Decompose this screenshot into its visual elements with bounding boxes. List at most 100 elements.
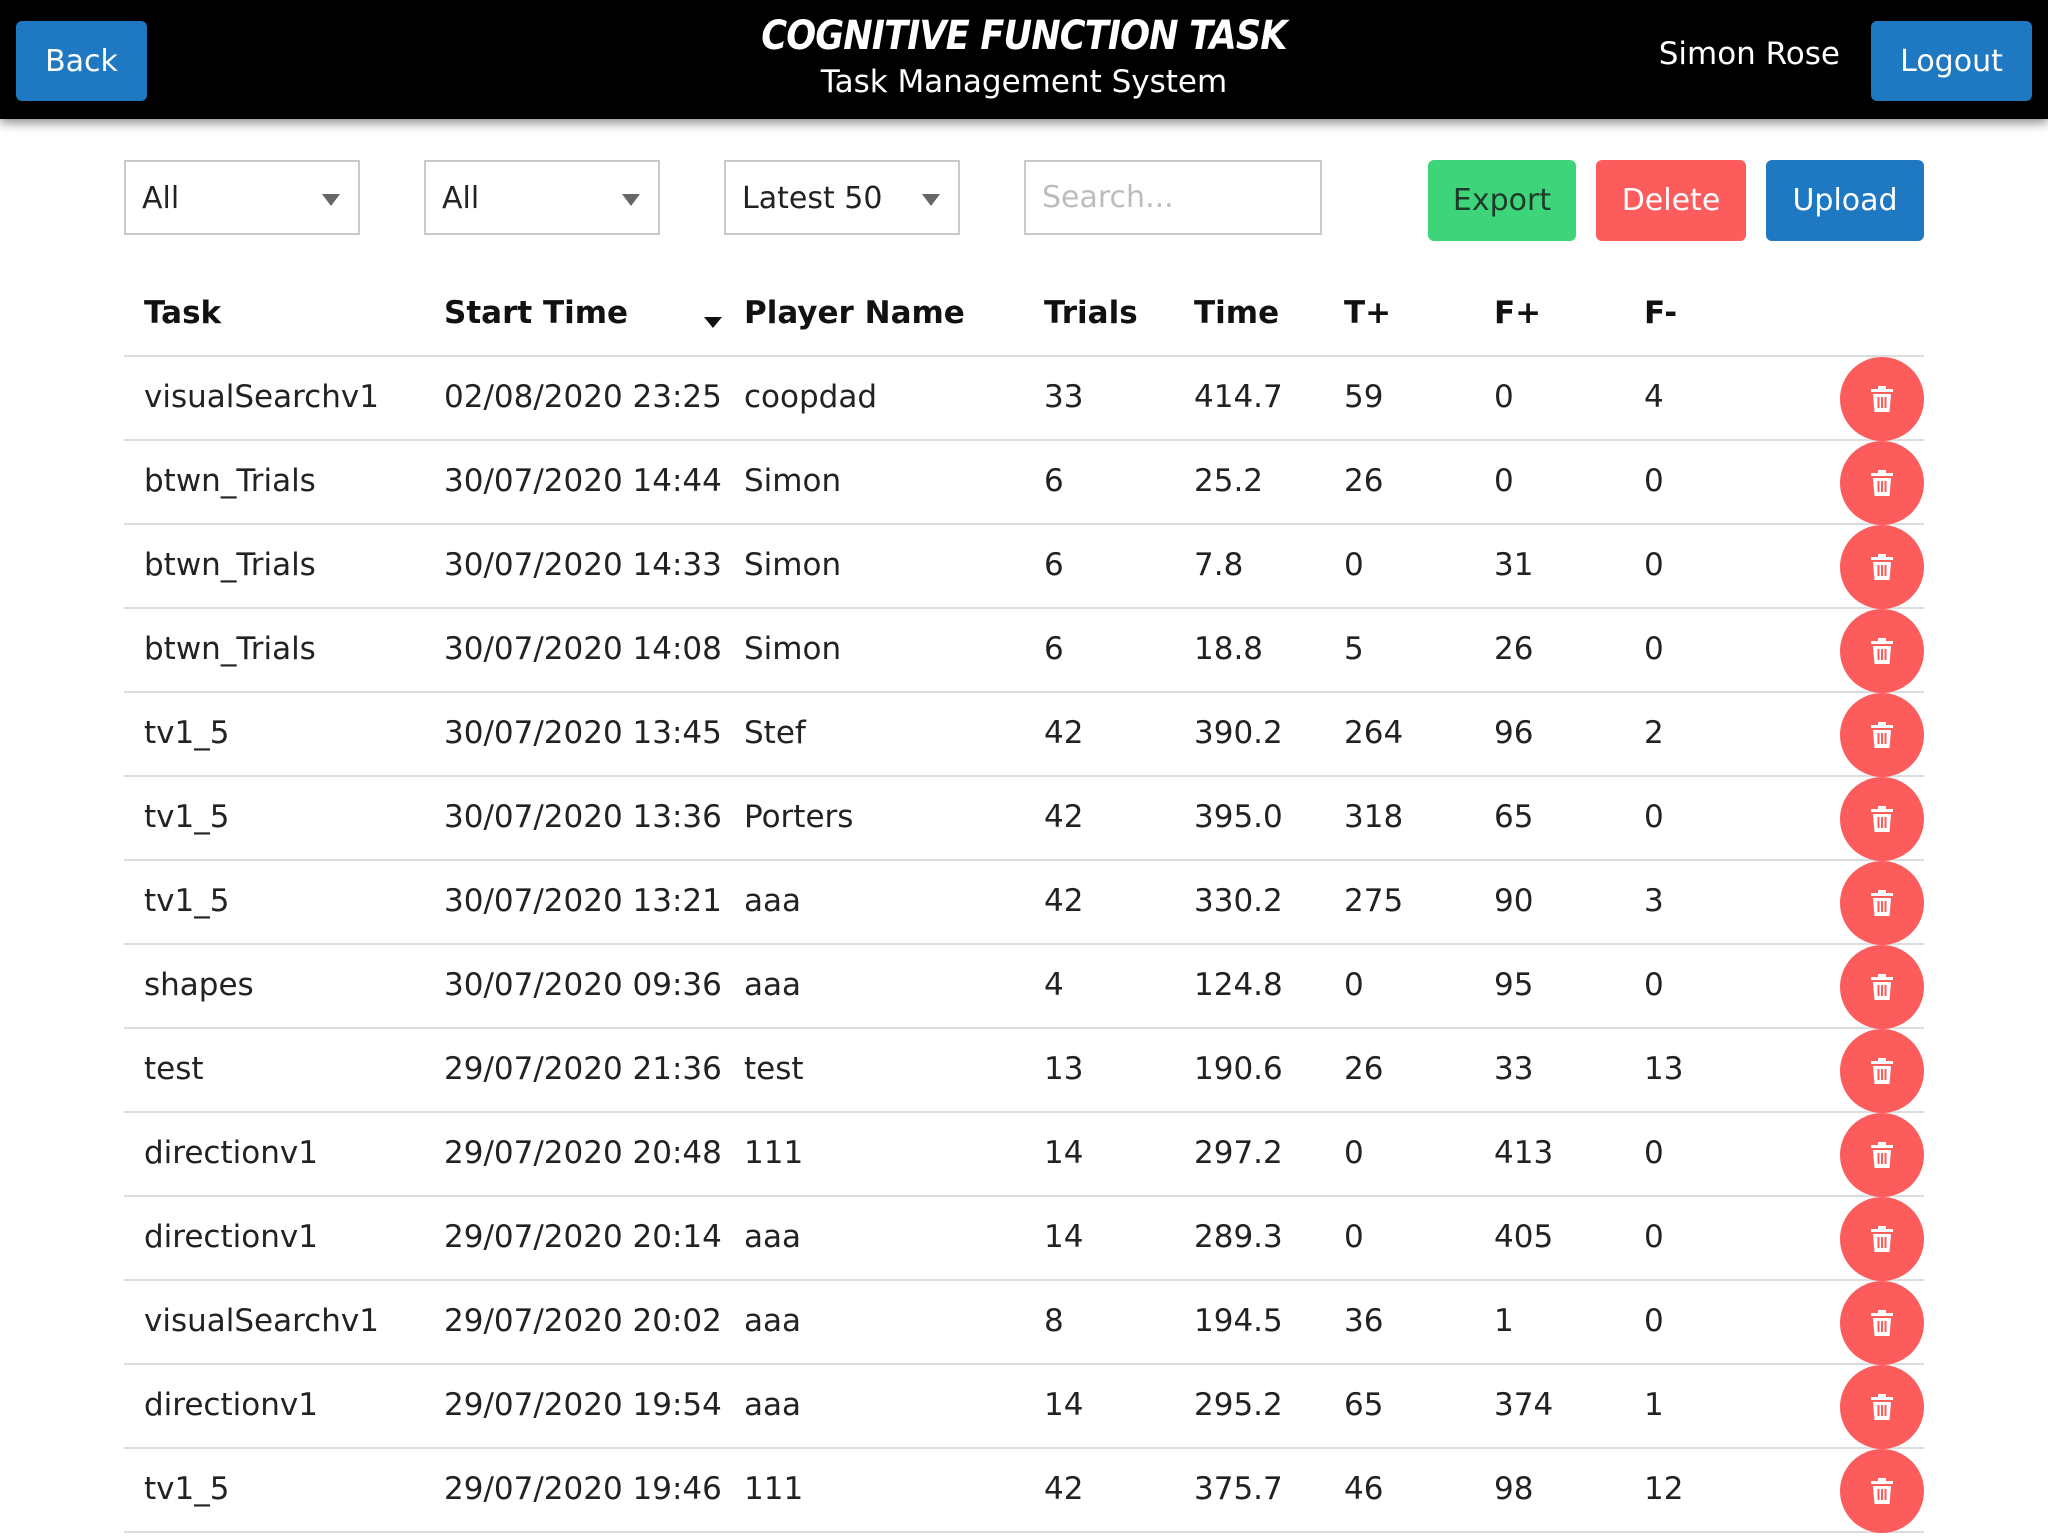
cell-trials: 4 xyxy=(1044,967,1064,1003)
cell-trials: 13 xyxy=(1044,1051,1084,1087)
cell-time: 7.8 xyxy=(1194,547,1244,583)
cell-f-minus: 0 xyxy=(1644,1219,1664,1255)
cell-f-plus: 413 xyxy=(1494,1135,1554,1171)
cell-start-time: 02/08/2020 23:25 xyxy=(444,379,722,415)
results-table: Task Start Time Player Name Trials Time … xyxy=(124,273,1924,1533)
cell-time: 395.0 xyxy=(1194,799,1283,835)
cell-player-name: coopdad xyxy=(744,379,878,415)
player-filter-select[interactable]: All xyxy=(424,160,660,235)
delete-row-button[interactable] xyxy=(1840,945,1924,1029)
cell-trials: 42 xyxy=(1044,1471,1084,1507)
column-header-f-plus[interactable]: F+ xyxy=(1494,295,1541,331)
cell-start-time: 29/07/2020 20:14 xyxy=(444,1219,722,1255)
table-row: shapes 30/07/2020 09:36 aaa 4 124.8 0 95 0 xyxy=(124,945,1924,1029)
cell-start-time: 30/07/2020 14:44 xyxy=(444,463,722,499)
delete-row-button[interactable] xyxy=(1840,357,1924,441)
cell-time: 390.2 xyxy=(1194,715,1283,751)
table-row: btwn_Trials 30/07/2020 14:33 Simon 6 7.8 0 31 0 xyxy=(124,525,1924,609)
cell-time: 330.2 xyxy=(1194,883,1283,919)
cell-f-minus: 0 xyxy=(1644,1135,1664,1171)
title-block: COGNITIVE FUNCTION TASK Task Management … xyxy=(724,10,1324,102)
delete-row-button[interactable] xyxy=(1840,1029,1924,1113)
cell-f-plus: 33 xyxy=(1494,1051,1534,1087)
cell-task: tv1_5 xyxy=(144,1471,230,1507)
cell-f-plus: 1 xyxy=(1494,1303,1514,1339)
trash-icon xyxy=(1871,638,1893,664)
cell-task: directionv1 xyxy=(144,1135,318,1171)
cell-player-name: aaa xyxy=(744,1387,801,1423)
delete-button[interactable]: Delete xyxy=(1596,160,1746,241)
delete-row-button[interactable] xyxy=(1840,1281,1924,1365)
delete-row-button[interactable] xyxy=(1840,693,1924,777)
cell-t-plus: 0 xyxy=(1344,547,1364,583)
back-button[interactable]: Back xyxy=(16,21,147,101)
cell-t-plus: 264 xyxy=(1344,715,1404,751)
column-header-f-minus[interactable]: F- xyxy=(1644,295,1677,331)
cell-player-name: 111 xyxy=(744,1135,804,1171)
delete-row-button[interactable] xyxy=(1840,525,1924,609)
cell-f-plus: 98 xyxy=(1494,1471,1534,1507)
delete-row-button[interactable] xyxy=(1840,1197,1924,1281)
delete-row-button[interactable] xyxy=(1840,1449,1924,1533)
cell-player-name: 111 xyxy=(744,1471,804,1507)
cell-time: 25.2 xyxy=(1194,463,1264,499)
cell-start-time: 30/07/2020 13:45 xyxy=(444,715,722,751)
column-header-player-name[interactable]: Player Name xyxy=(744,295,965,331)
limit-select[interactable]: Latest 50 xyxy=(724,160,960,235)
column-header-trials[interactable]: Trials xyxy=(1044,295,1138,331)
cell-task: visualSearchv1 xyxy=(144,1303,379,1339)
delete-row-button[interactable] xyxy=(1840,441,1924,525)
cell-task: btwn_Trials xyxy=(144,463,316,499)
cell-trials: 6 xyxy=(1044,631,1064,667)
table-row: tv1_5 29/07/2020 19:46 111 42 375.7 46 98 12 xyxy=(124,1449,1924,1533)
sort-desc-icon[interactable] xyxy=(704,317,722,328)
table-row: tv1_5 30/07/2020 13:21 aaa 42 330.2 275 90 3 xyxy=(124,861,1924,945)
trash-icon xyxy=(1871,1394,1893,1420)
app-header: Back COGNITIVE FUNCTION TASK Task Manage… xyxy=(0,0,2048,119)
cell-time: 414.7 xyxy=(1194,379,1283,415)
column-header-t-plus[interactable]: T+ xyxy=(1344,295,1391,331)
trash-icon xyxy=(1871,806,1893,832)
cell-time: 194.5 xyxy=(1194,1303,1283,1339)
cell-f-minus: 2 xyxy=(1644,715,1664,751)
cell-f-minus: 13 xyxy=(1644,1051,1684,1087)
cell-task: btwn_Trials xyxy=(144,631,316,667)
app-subtitle: Task Management System xyxy=(820,64,1228,100)
delete-row-button[interactable] xyxy=(1840,777,1924,861)
logout-button[interactable]: Logout xyxy=(1871,21,2032,101)
column-header-time[interactable]: Time xyxy=(1194,295,1279,331)
delete-row-button[interactable] xyxy=(1840,1365,1924,1449)
cell-f-plus: 26 xyxy=(1494,631,1534,667)
table-row: test 29/07/2020 21:36 test 13 190.6 26 33 13 xyxy=(124,1029,1924,1113)
task-filter-select[interactable]: All xyxy=(124,160,360,235)
cell-time: 375.7 xyxy=(1194,1471,1283,1507)
cell-f-minus: 0 xyxy=(1644,967,1664,1003)
cell-task: test xyxy=(144,1051,204,1087)
export-button[interactable]: Export xyxy=(1428,160,1576,241)
delete-row-button[interactable] xyxy=(1840,609,1924,693)
delete-row-button[interactable] xyxy=(1840,1113,1924,1197)
trash-icon xyxy=(1871,1310,1893,1336)
cell-time: 18.8 xyxy=(1194,631,1264,667)
cell-trials: 42 xyxy=(1044,715,1084,751)
cell-t-plus: 0 xyxy=(1344,967,1364,1003)
cell-time: 190.6 xyxy=(1194,1051,1283,1087)
cell-player-name: aaa xyxy=(744,883,801,919)
column-header-task[interactable]: Task xyxy=(144,295,221,331)
table-row: directionv1 29/07/2020 19:54 aaa 14 295.2 65 3… xyxy=(124,1365,1924,1449)
table-row: tv1_5 30/07/2020 13:36 Porters 42 395.0 318 65… xyxy=(124,777,1924,861)
cell-start-time: 30/07/2020 14:08 xyxy=(444,631,722,667)
upload-button[interactable]: Upload xyxy=(1766,160,1924,241)
delete-row-button[interactable] xyxy=(1840,861,1924,945)
task-filter-value: All xyxy=(142,181,180,216)
cell-f-minus: 1 xyxy=(1644,1387,1664,1423)
column-header-start-time[interactable]: Start Time xyxy=(444,295,628,331)
cell-t-plus: 0 xyxy=(1344,1219,1364,1255)
search-input[interactable] xyxy=(1024,160,1322,235)
trash-icon xyxy=(1871,1226,1893,1252)
cell-t-plus: 65 xyxy=(1344,1387,1384,1423)
cell-time: 289.3 xyxy=(1194,1219,1283,1255)
cell-f-plus: 65 xyxy=(1494,799,1534,835)
table-row: directionv1 29/07/2020 20:48 111 14 297.2 0 41… xyxy=(124,1113,1924,1197)
cell-player-name: Stef xyxy=(744,715,806,751)
